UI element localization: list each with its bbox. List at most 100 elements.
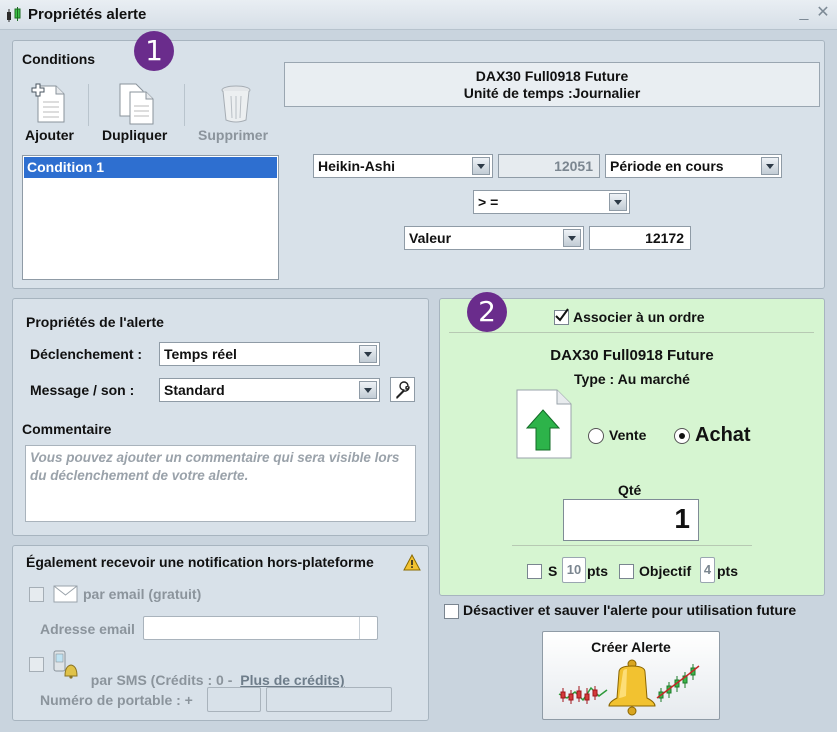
operator-value: > = — [478, 194, 499, 210]
title-bar: Propriétés alerte _ ✕ — [0, 0, 837, 30]
chevron-down-icon — [359, 381, 377, 399]
trigger-select[interactable]: Temps réel — [159, 342, 380, 366]
associate-order-label: Associer à un ordre — [573, 309, 705, 325]
phone-number-input[interactable] — [266, 687, 392, 712]
duplicate-doc-icon — [116, 82, 158, 129]
comparison-type-value: Valeur — [409, 230, 452, 246]
target-checkbox[interactable] — [619, 564, 634, 579]
order-divider — [449, 332, 814, 333]
trash-icon — [218, 82, 254, 127]
comparison-type-select[interactable]: Valeur — [404, 226, 584, 250]
sound-settings-button[interactable] — [390, 377, 415, 402]
stop-checkbox[interactable] — [527, 564, 542, 579]
deactivate-label: Désactiver et sauver l'alerte pour utili… — [463, 602, 797, 618]
target-value: 4 — [703, 562, 712, 577]
operator-select[interactable]: > = — [473, 190, 630, 214]
quantity-divider — [512, 545, 752, 546]
alert-properties-heading: Propriétés de l'alerte — [26, 314, 164, 330]
stop-unit: pts — [587, 563, 608, 579]
duplicate-label: Dupliquer — [102, 127, 168, 143]
envelope-icon — [53, 585, 78, 606]
notification-heading: Également recevoir une notification hors… — [26, 554, 374, 570]
chevron-down-icon — [472, 157, 490, 175]
phone-bell-icon — [51, 650, 81, 683]
sms-option-label: par SMS (Crédits : 0 - Plus de crédits) — [83, 656, 345, 688]
message-select[interactable]: Standard — [159, 378, 380, 402]
quantity-label: Qté — [618, 482, 642, 498]
step-badge-1: 1 — [134, 31, 174, 71]
add-label: Ajouter — [25, 127, 74, 143]
comparison-value-input[interactable]: 12172 — [589, 226, 691, 250]
wrench-icon — [394, 381, 412, 402]
input-end-segment — [359, 617, 360, 639]
trigger-label: Déclenchement : — [30, 346, 143, 362]
chevron-down-icon — [609, 193, 627, 211]
bell-chart-icon — [557, 658, 707, 721]
app-icon — [5, 7, 23, 23]
step-badge-2: 2 — [467, 292, 507, 332]
indicator-select[interactable]: Heikin-Ashi — [313, 154, 493, 178]
phone-number-label: Numéro de portable : + — [40, 692, 193, 708]
instrument-name: DAX30 Full0918 Future — [475, 68, 629, 84]
quantity-value: 1 — [674, 503, 690, 534]
quantity-input[interactable]: 1 — [563, 499, 699, 541]
period-select[interactable]: Période en cours — [605, 154, 782, 178]
checkmark-icon — [555, 308, 569, 322]
chevron-down-icon — [359, 345, 377, 363]
associate-order-checkbox[interactable] — [554, 308, 569, 325]
condition-list[interactable]: Condition 1 — [22, 155, 279, 280]
buy-order-icon — [513, 388, 575, 465]
more-credits-link[interactable]: Plus de crédits) — [240, 672, 344, 688]
comment-textarea[interactable]: Vous pouvez ajouter un commentaire qui s… — [25, 445, 416, 522]
conditions-heading: Conditions — [22, 51, 96, 67]
add-button[interactable]: Ajouter — [20, 82, 80, 144]
chevron-down-icon — [563, 229, 581, 247]
target-label: Objectif — [639, 563, 692, 579]
phone-country-code-input[interactable] — [207, 687, 261, 712]
delete-button[interactable]: Supprimer — [194, 82, 276, 144]
message-value: Standard — [164, 382, 225, 398]
email-checkbox[interactable] — [29, 587, 44, 602]
toolbar-divider — [88, 84, 89, 126]
target-value-input[interactable]: 4 — [700, 557, 715, 583]
add-doc-icon — [28, 82, 68, 127]
email-option-label: par email (gratuit) — [83, 586, 202, 602]
buy-radio[interactable] — [674, 428, 690, 444]
order-panel — [439, 298, 825, 596]
target-unit: pts — [717, 563, 738, 579]
sell-radio[interactable] — [588, 428, 604, 444]
stop-value-input[interactable]: 10 — [562, 557, 586, 583]
stop-value: 10 — [566, 562, 582, 577]
deactivate-checkbox[interactable] — [444, 604, 459, 619]
order-type: Type : Au marché — [574, 371, 690, 387]
comment-label: Commentaire — [22, 421, 112, 437]
email-address-input[interactable] — [143, 616, 378, 640]
create-alert-label: Créer Alerte — [591, 639, 671, 655]
timeframe-text: Unité de temps :Journalier — [463, 85, 641, 101]
toolbar-divider — [184, 84, 185, 126]
delete-label: Supprimer — [198, 127, 269, 143]
chevron-down-icon — [761, 157, 779, 175]
stop-label: S — [548, 563, 558, 579]
duplicate-button[interactable]: Dupliquer — [98, 82, 178, 144]
instrument-info-box: DAX30 Full0918 Future Unité de temps :Jo… — [284, 62, 820, 107]
sell-label: Vente — [609, 427, 647, 443]
close-button[interactable]: ✕ — [816, 5, 830, 21]
list-item[interactable]: Condition 1 — [24, 157, 277, 178]
indicator-value: Heikin-Ashi — [318, 158, 396, 174]
create-alert-button[interactable]: Créer Alerte — [542, 631, 720, 720]
email-address-label: Adresse email — [40, 621, 135, 637]
comment-placeholder: Vous pouvez ajouter un commentaire qui s… — [30, 450, 400, 483]
minimize-button[interactable]: _ — [797, 5, 811, 21]
message-label: Message / son : — [30, 382, 135, 398]
warning-icon — [403, 553, 421, 574]
period-value: Période en cours — [610, 158, 724, 174]
indicator-value-field: 12051 — [498, 154, 600, 178]
list-item-label: Condition 1 — [27, 159, 104, 175]
trigger-value: Temps réel — [164, 346, 237, 362]
sms-checkbox[interactable] — [29, 657, 44, 672]
radio-dot — [679, 433, 685, 439]
sms-credits-text: par SMS (Crédits : 0 - — [90, 672, 237, 688]
order-instrument: DAX30 Full0918 Future — [550, 347, 714, 364]
buy-label: Achat — [695, 424, 751, 446]
